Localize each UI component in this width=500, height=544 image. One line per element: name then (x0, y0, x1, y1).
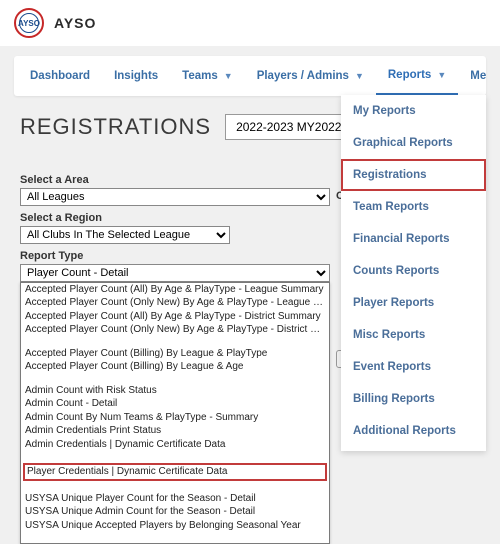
brand-name: AYSO (54, 15, 96, 31)
nav-reports[interactable]: Reports▼ (376, 56, 458, 96)
nav-dashboard[interactable]: Dashboard (18, 56, 102, 96)
report-option[interactable]: Accepted Player Count (Only New) By Age … (21, 324, 329, 338)
region-select[interactable]: All Clubs In The Selected League (20, 226, 230, 244)
report-option-highlighted[interactable]: Player Credentials | Dynamic Certificate… (23, 463, 327, 482)
reports-menu-item[interactable]: Financial Reports (341, 223, 486, 255)
report-option[interactable]: USYSA Unique Accepted Players by Belongi… (21, 519, 329, 533)
main-navbar: Dashboard Insights Teams▼ Players / Admi… (14, 56, 486, 96)
reports-menu-item[interactable]: Misc Reports (341, 319, 486, 351)
reports-menu-item[interactable]: Billing Reports (341, 383, 486, 415)
reports-menu-item[interactable]: Additional Reports (341, 415, 486, 447)
report-option[interactable]: Accepted Player Count (All) By Age & Pla… (21, 310, 329, 324)
reports-menu-item[interactable]: Event Reports (341, 351, 486, 383)
report-option[interactable]: Accepted Player Count (Only New) By Age … (21, 297, 329, 311)
nav-players-admins[interactable]: Players / Admins▼ (245, 56, 376, 96)
reports-menu-item[interactable]: Registrations (341, 159, 486, 191)
report-option[interactable]: Admin Credentials Print Status (21, 425, 329, 439)
chevron-down-icon: ▼ (355, 71, 364, 81)
area-select[interactable]: All Leagues (20, 188, 330, 206)
nav-teams[interactable]: Teams▼ (170, 56, 245, 96)
report-type-select[interactable]: Player Count - Detail (20, 264, 330, 282)
page-title: REGISTRATIONS (20, 114, 211, 140)
report-option[interactable]: Admin Count By Num Teams & PlayType - Su… (21, 411, 329, 425)
reports-menu-item[interactable]: Team Reports (341, 191, 486, 223)
report-option[interactable]: Accepted Player Count (All) By Age & Pla… (21, 283, 329, 297)
nav-messaging[interactable]: Messagin (458, 56, 486, 96)
logo-text: AYSO (18, 19, 40, 28)
app-header: AYSO AYSO (0, 0, 500, 46)
chevron-down-icon: ▼ (437, 70, 446, 80)
reports-menu-item[interactable]: Counts Reports (341, 255, 486, 287)
reports-menu-item[interactable]: Player Reports (341, 287, 486, 319)
reports-menu-item[interactable]: Graphical Reports (341, 127, 486, 159)
report-option[interactable]: Admin Count with Risk Status (21, 384, 329, 398)
report-option[interactable]: Accepted Player Count (Billing) By Leagu… (21, 347, 329, 361)
report-option[interactable]: Admin Count - Detail (21, 398, 329, 412)
report-option[interactable]: USYSA Unique Player Count for the Season… (21, 492, 329, 506)
report-option[interactable]: Accepted Player Count (Billing) By Leagu… (21, 361, 329, 375)
nav-insights[interactable]: Insights (102, 56, 170, 96)
reports-dropdown: My ReportsGraphical ReportsRegistrations… (341, 95, 486, 451)
report-option[interactable]: Admin Credentials | Dynamic Certificate … (21, 438, 329, 452)
reports-menu-item[interactable]: My Reports (341, 95, 486, 127)
report-option[interactable]: USYSA Unique Admin Count for the Season … (21, 506, 329, 520)
report-type-listbox[interactable]: Accepted Player Count (All) By Age & Pla… (20, 282, 330, 544)
chevron-down-icon: ▼ (224, 71, 233, 81)
ayso-logo: AYSO (14, 8, 44, 38)
